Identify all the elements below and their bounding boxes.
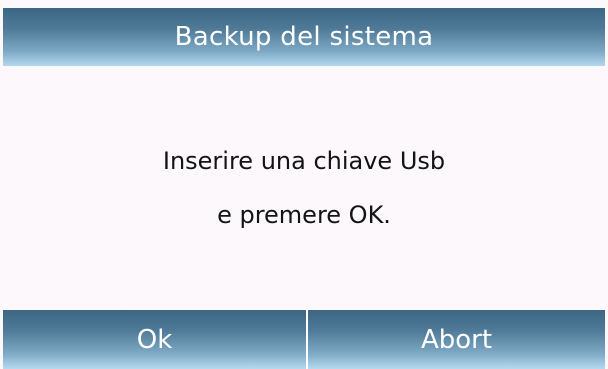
backup-dialog: Backup del sistema Inserire una chiave U… bbox=[0, 0, 608, 369]
abort-button[interactable]: Abort bbox=[308, 310, 605, 369]
abort-button-label: Abort bbox=[420, 324, 493, 355]
message-line-2: e premere OK. bbox=[217, 200, 391, 229]
dialog-message: Inserire una chiave Usb e premere OK. bbox=[0, 66, 608, 309]
ok-button[interactable]: Ok bbox=[3, 310, 308, 369]
ok-button-label: Ok bbox=[136, 324, 173, 355]
message-line-1: Inserire una chiave Usb bbox=[162, 146, 446, 175]
dialog-title: Backup del sistema bbox=[174, 22, 434, 52]
dialog-title-bar: Backup del sistema bbox=[3, 8, 605, 66]
dialog-button-bar: Ok Abort bbox=[3, 310, 605, 369]
